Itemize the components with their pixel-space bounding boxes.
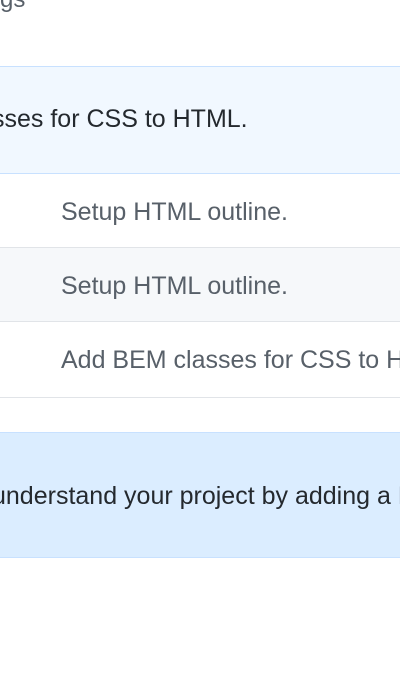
add-readme-prompt: understand your project by adding a READ… bbox=[0, 482, 400, 510]
add-readme-banner: understand your project by adding a READ… bbox=[0, 432, 400, 558]
section-heading-fragment: gs bbox=[0, 0, 25, 14]
file-row: Add BEM classes for CSS to HTML. bbox=[0, 322, 400, 398]
file-commit-message[interactable]: Add BEM classes for CSS to HTML. bbox=[61, 346, 400, 375]
file-commit-message[interactable]: Setup HTML outline. bbox=[61, 198, 288, 227]
latest-commit-banner: sses for CSS to HTML. bbox=[0, 66, 400, 174]
file-row: Setup HTML outline. bbox=[0, 174, 400, 248]
file-commit-message[interactable]: Setup HTML outline. bbox=[61, 272, 288, 301]
latest-commit-message[interactable]: sses for CSS to HTML. bbox=[0, 105, 248, 134]
file-list: Setup HTML outline. Setup HTML outline. … bbox=[0, 174, 400, 398]
file-row: Setup HTML outline. bbox=[0, 248, 400, 322]
repository-page: gs sses for CSS to HTML. Setup HTML outl… bbox=[0, 0, 400, 678]
